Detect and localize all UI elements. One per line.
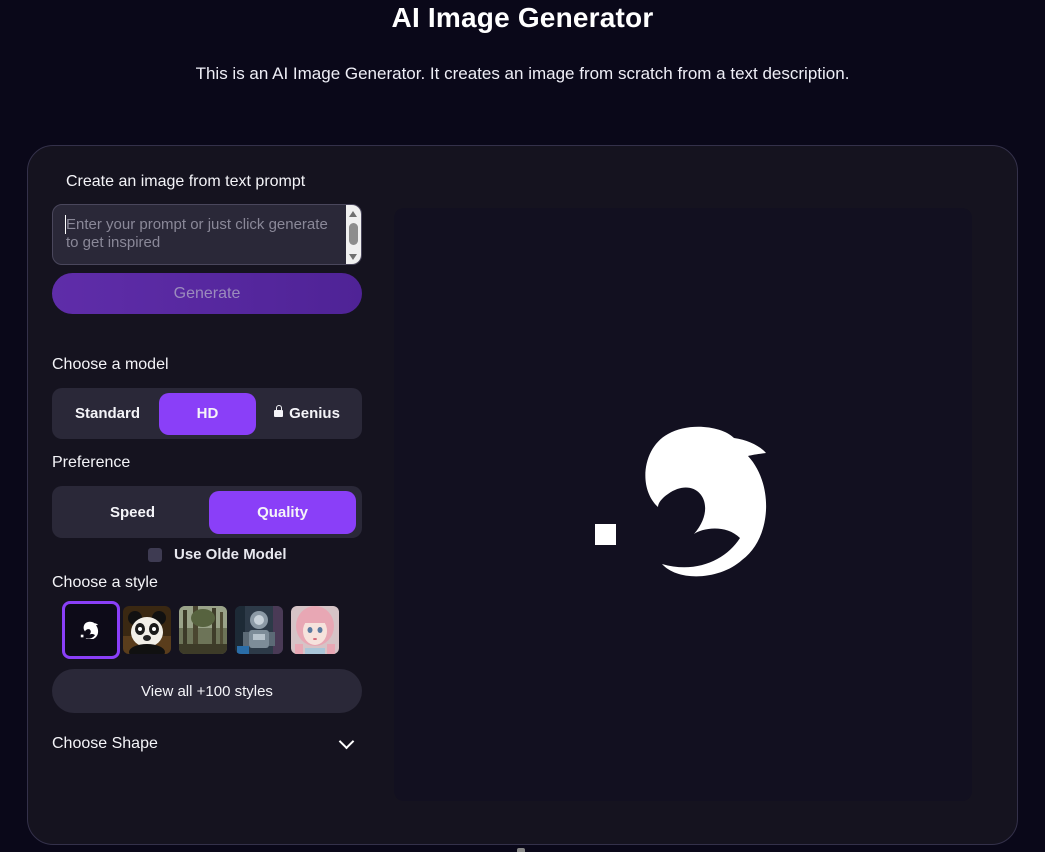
choose-shape-label: Choose Shape — [52, 735, 158, 752]
style-thumb-anime-girl[interactable] — [291, 606, 339, 654]
style-thumb-forest[interactable] — [179, 606, 227, 654]
model-option-label: Standard — [74, 405, 140, 422]
robot-style-image — [235, 606, 283, 654]
view-all-styles-button[interactable]: View all +100 styles — [52, 669, 362, 713]
preference-label: Preference — [52, 454, 131, 471]
prompt-scrollbar[interactable] — [346, 205, 361, 264]
style-thumb-logo[interactable] — [62, 601, 120, 659]
style-thumb-robot[interactable] — [235, 606, 283, 654]
prompt-field[interactable] — [52, 204, 362, 265]
model-selector: Standard HD Genius — [52, 388, 362, 439]
olde-model-checkbox[interactable] — [148, 547, 162, 562]
text-caret — [65, 215, 66, 234]
preference-option-label: Speed — [109, 503, 155, 521]
scroll-down-arrow-icon[interactable] — [349, 254, 357, 260]
preference-selector: Speed Quality — [52, 486, 362, 538]
olde-model-toggle[interactable]: Use Olde Model — [148, 546, 287, 563]
model-label: Choose a model — [52, 356, 169, 373]
chevron-down-icon — [338, 733, 355, 750]
scroll-indicator — [517, 848, 525, 852]
generate-button[interactable]: Generate — [52, 273, 362, 314]
prompt-label: Create an image from text prompt — [66, 173, 306, 190]
preference-option-quality[interactable]: Quality — [209, 490, 356, 534]
model-option-label: HD — [196, 405, 219, 422]
choose-shape-dropdown[interactable]: Choose Shape — [52, 733, 362, 757]
page-title: AI Image Generator — [391, 2, 654, 33]
style-thumb-panda[interactable] — [123, 606, 171, 654]
model-option-label: Genius — [289, 405, 340, 422]
scroll-up-arrow-icon[interactable] — [349, 211, 357, 217]
image-preview-area — [394, 208, 972, 801]
model-option-standard[interactable]: Standard — [56, 393, 159, 435]
preference-option-label: Quality — [257, 503, 308, 521]
dolphin-logo-icon — [595, 426, 767, 577]
panda-style-image — [123, 606, 171, 654]
dolphin-logo-icon — [80, 621, 99, 639]
scroll-thumb[interactable] — [349, 223, 358, 245]
olde-model-label: Use Olde Model — [174, 546, 287, 563]
forest-style-image — [179, 606, 227, 654]
lock-icon — [274, 405, 284, 419]
preference-option-speed[interactable]: Speed — [56, 491, 209, 533]
prompt-input[interactable] — [53, 205, 349, 264]
anime-girl-style-image — [291, 606, 339, 654]
page-subtitle: This is an AI Image Generator. It create… — [195, 64, 850, 83]
model-option-hd[interactable]: HD — [159, 392, 256, 435]
model-option-genius[interactable]: Genius — [256, 393, 358, 435]
style-label: Choose a style — [52, 574, 158, 591]
